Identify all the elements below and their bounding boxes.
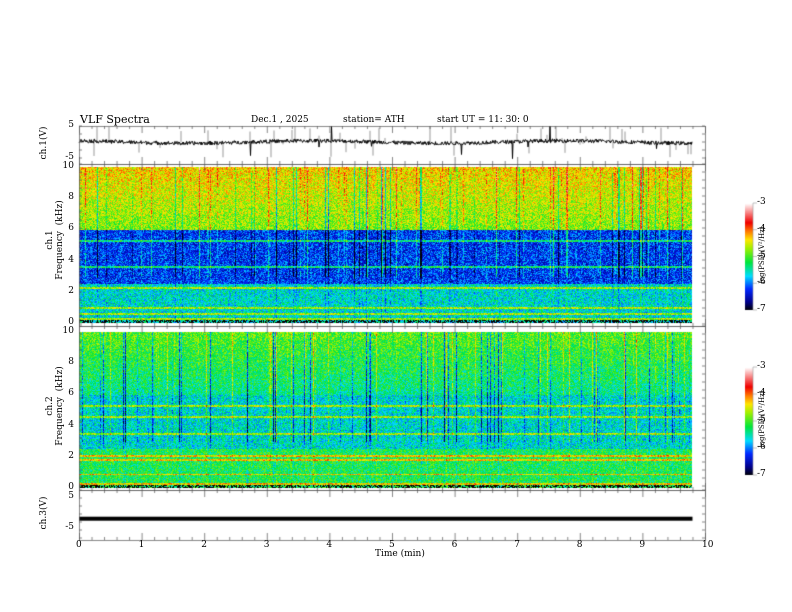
colorbar2-tick: -3 [757, 361, 766, 371]
xaxis-tick: 2 [201, 540, 207, 550]
xaxis-tick: 6 [451, 540, 458, 550]
ch3-ytick: 5 [68, 491, 74, 501]
xaxis-tick: 7 [514, 540, 520, 550]
colorbar2-tick: -4 [757, 388, 766, 398]
spectrogram2-ytick: 10 [62, 326, 74, 336]
ch3-ylabel: ch.3(V) [39, 496, 49, 530]
colorbar1-tick: -5 [757, 250, 766, 261]
station-label: station= ATH [343, 115, 405, 125]
spectrogram1-ytick: 6 [68, 223, 74, 234]
start-time-label: start UT = 11: 30: 0 [437, 115, 529, 125]
xaxis-tick: 3 [263, 540, 270, 550]
xaxis-tick: 9 [639, 540, 646, 550]
colorbar1-tick: -4 [757, 223, 766, 234]
spectrogram2-ytick: 4 [68, 419, 74, 430]
ch3-ytick: -5 [65, 522, 74, 532]
xaxis-tick: 4 [326, 540, 333, 550]
spectrogram1-ytick: 2 [68, 285, 74, 296]
xaxis-label: Time (min) [375, 549, 425, 559]
spectrogram2-ytick: 2 [68, 450, 74, 461]
spectrogram1-ytick: 10 [62, 161, 74, 171]
xaxis-tick: 0 [76, 540, 82, 550]
xaxis-tick: 8 [576, 540, 583, 550]
spectrogram2-ytick: 6 [68, 388, 74, 399]
colorbar2-tick: -7 [757, 469, 766, 479]
xaxis-tick: 1 [138, 540, 145, 550]
ch2-spectrogram-ylabel: ch.2 Frequency (kHz) [45, 366, 65, 446]
colorbar1-tick: -3 [757, 197, 766, 207]
colorbar2-tick: -6 [757, 442, 766, 452]
chart-title: VLF Spectra [80, 113, 150, 126]
spectrogram2-ytick: 8 [68, 357, 74, 368]
spectrogram1-ytick: 8 [68, 192, 74, 203]
ch1-spectrogram-ylabel: ch.1 Frequency (kHz) [45, 200, 65, 280]
ch1-ytick: -5 [65, 152, 74, 162]
colorbar1-tick: -6 [757, 277, 766, 288]
ch1-ylabel: ch.1(V) [39, 126, 49, 160]
colorbar1-tick: -7 [757, 304, 766, 314]
ch1-ytick: 5 [68, 120, 74, 130]
date-label: Dec.1 , 2025 [251, 115, 309, 125]
vlf-spectra-chart [0, 0, 792, 612]
spectrogram1-ytick: 4 [68, 254, 74, 265]
colorbar2-tick: -5 [757, 415, 766, 425]
xaxis-tick: 10 [702, 540, 714, 550]
